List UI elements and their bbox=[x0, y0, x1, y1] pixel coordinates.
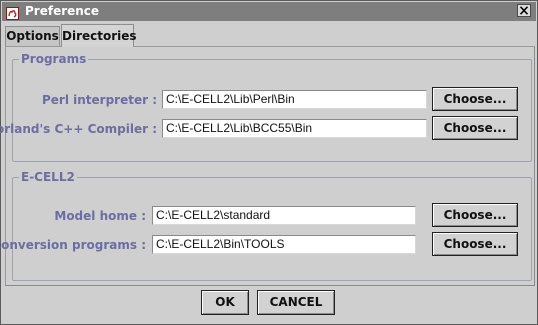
perl-interpreter-label: Perl interpreter : bbox=[41, 93, 157, 107]
conversion-choose-button[interactable]: Choose... bbox=[432, 232, 518, 256]
perl-interpreter-field[interactable]: C:\E-CELL2\Lib\Perl\Bin bbox=[162, 90, 427, 109]
tab-options[interactable]: Options bbox=[5, 26, 60, 46]
ecell2-group: E-CELL2 bbox=[12, 169, 532, 281]
model-home-field[interactable]: C:\E-CELL2\standard bbox=[152, 206, 416, 225]
model-home-choose-button[interactable]: Choose... bbox=[432, 203, 518, 227]
model-home-label: Model home : bbox=[54, 209, 146, 223]
window-title: Preference bbox=[25, 4, 100, 18]
title-bar[interactable]: Preference bbox=[2, 2, 536, 21]
conversion-programs-label: Conversion programs : bbox=[0, 238, 146, 252]
perl-choose-button[interactable]: Choose... bbox=[432, 87, 518, 111]
conversion-programs-field[interactable]: C:\E-CELL2\Bin\TOOLS bbox=[152, 235, 416, 254]
app-icon bbox=[6, 5, 19, 20]
ok-button[interactable]: OK bbox=[201, 290, 249, 315]
preference-dialog: Preference Options Directories Programs … bbox=[0, 0, 538, 325]
bcc-compiler-field[interactable]: C:\E-CELL2\Lib\BCC55\Bin bbox=[162, 119, 427, 138]
close-button[interactable] bbox=[517, 4, 531, 17]
cancel-button[interactable]: CANCEL bbox=[257, 290, 335, 315]
close-icon bbox=[520, 6, 528, 15]
tab-directories[interactable]: Directories bbox=[61, 24, 137, 47]
bcc-choose-button[interactable]: Choose... bbox=[432, 116, 518, 140]
programs-group-title: Programs bbox=[19, 51, 89, 67]
bcc-compiler-label: Borland's C++ Compiler : bbox=[0, 122, 157, 136]
ecell2-group-title: E-CELL2 bbox=[19, 169, 77, 185]
